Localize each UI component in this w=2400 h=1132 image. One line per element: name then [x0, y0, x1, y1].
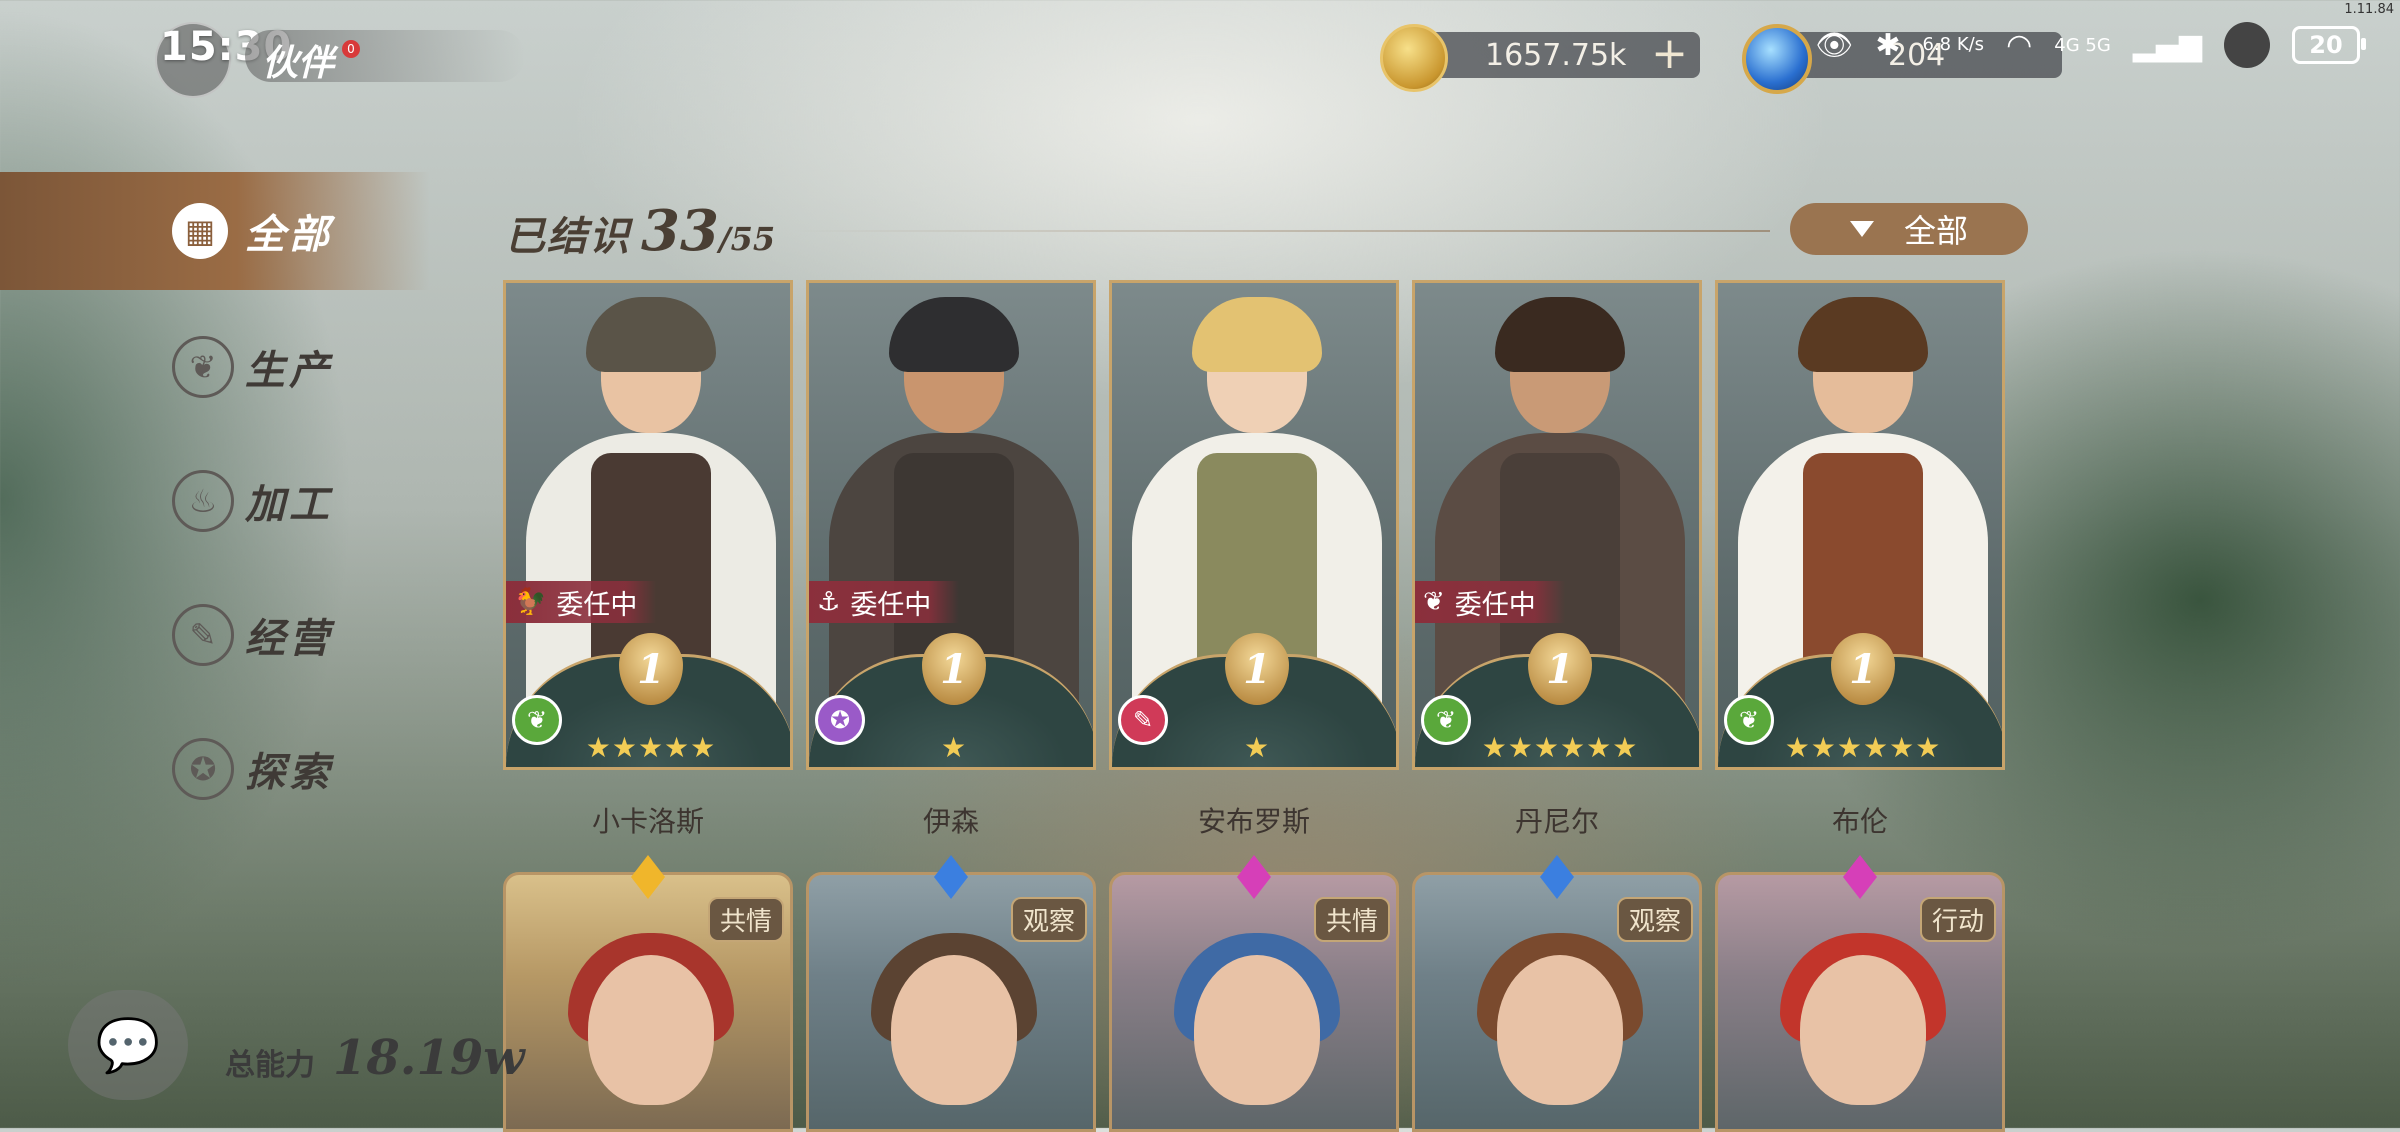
signal-icon: ▂▄▆	[2132, 27, 2202, 63]
portrait-hair	[1798, 297, 1928, 372]
close-x-icon[interactable]	[2224, 22, 2270, 68]
partner-name: 布伦	[1831, 805, 1888, 838]
notification-badge: 0	[342, 40, 360, 58]
task-status-tag: 🐓 委任中	[506, 581, 656, 623]
power-label: 总能力	[225, 1048, 315, 1083]
sidebar-item-label: 全部	[245, 212, 333, 258]
star-rating: ★★★★★★	[1481, 731, 1639, 764]
page-title: 伙伴	[262, 43, 335, 84]
battery-icon: 20	[2292, 26, 2366, 64]
divider	[790, 230, 1770, 232]
portrait-face	[1497, 955, 1623, 1105]
task-label: 委任中	[850, 589, 932, 621]
portrait-face	[1800, 955, 1926, 1105]
known-label: 已结识	[505, 214, 631, 260]
task-status-tag: ❦ 委任中	[1415, 581, 1565, 623]
pot-icon: ♨	[172, 470, 234, 532]
chat-icon: 💬	[95, 1015, 161, 1076]
sidebar-item-2[interactable]: ♨ 加工	[0, 446, 430, 556]
sidebar-item-1[interactable]: ❦ 生产	[0, 312, 430, 422]
known-total: /55	[718, 220, 776, 258]
partner-name: 伊森	[922, 805, 979, 838]
trait-tag: 观察	[1010, 897, 1087, 942]
sidebar-item-4[interactable]: ✪ 探索	[0, 714, 430, 824]
star-rating: ★★★★★	[585, 731, 717, 764]
star-rating: ★	[940, 731, 968, 764]
version-label: 1.11.84	[2344, 2, 2394, 17]
portrait-hair	[1192, 297, 1322, 372]
star-rating: ★	[1243, 731, 1271, 764]
wheat-icon: ❦	[172, 336, 234, 398]
gem-icon	[1742, 24, 1812, 94]
chevron-down-icon	[1849, 221, 1874, 237]
task-status-tag: ⚓ 委任中	[809, 581, 959, 623]
power-value: 18.19w	[333, 1030, 525, 1086]
portrait-face	[891, 955, 1017, 1105]
status-icons: 👁 ✱ 6.8 K/s ◠ 4G 5G ▂▄▆ 20	[1815, 22, 2366, 68]
wheat-icon: ❦	[1423, 587, 1445, 617]
sidebar-item-label: 生产	[245, 348, 333, 394]
grid-icon: ▦	[172, 203, 228, 259]
wifi-icon: ◠	[2006, 27, 2033, 63]
known-counter: 已结识 33/55	[505, 198, 775, 264]
star-rating: ★★★★★★	[1784, 731, 1942, 764]
partner-card[interactable]: 1 ✎ ★	[1109, 280, 1399, 770]
net-speed: 6.8 K/s	[1922, 34, 1985, 55]
trait-tag: 共情	[1313, 897, 1390, 942]
sidebar-item-0[interactable]: ▦ 全部	[0, 172, 430, 290]
portrait-hair	[586, 297, 716, 372]
task-label: 委任中	[1454, 589, 1536, 621]
partner-card-secondary[interactable]: 共情	[503, 872, 793, 1132]
portrait-hair	[1495, 297, 1625, 372]
scroll-icon: ✎	[172, 604, 234, 666]
bluetooth-icon: ✱	[1875, 27, 1901, 63]
partner-card[interactable]: 1 ❦ ★★★★★★	[1715, 280, 2005, 770]
portrait-hair	[889, 297, 1019, 372]
compass-icon: ✪	[172, 738, 234, 800]
partner-card-secondary[interactable]: 观察	[806, 872, 1096, 1132]
sidebar-item-label: 经营	[245, 616, 333, 662]
partner-card[interactable]: 1 ❦ ★★★★★ 🐓 委任中	[503, 280, 793, 770]
gold-amount: 1657.75k	[1485, 37, 1627, 73]
sidebar-item-label: 探索	[245, 750, 333, 796]
sidebar-item-3[interactable]: ✎ 经营	[0, 580, 430, 690]
battery-level: 20	[2309, 31, 2343, 59]
partner-card-secondary[interactable]: 共情	[1109, 872, 1399, 1132]
rooster-icon: 🐓	[514, 587, 547, 617]
gold-currency: 1657.75k +	[1380, 24, 1700, 92]
partner-name: 安布罗斯	[1197, 805, 1310, 838]
partner-card[interactable]: 1 ❦ ★★★★★★ ❦ 委任中	[1412, 280, 1702, 770]
portrait-face	[1194, 955, 1320, 1105]
partner-name: 小卡洛斯	[591, 805, 704, 838]
sidebar-item-label: 加工	[245, 482, 333, 528]
partner-card[interactable]: 1 ✪ ★ ⚓ 委任中	[806, 280, 1096, 770]
chat-button[interactable]: 💬	[68, 990, 188, 1100]
gold-coin-icon	[1380, 24, 1448, 92]
trait-tag: 行动	[1919, 897, 1996, 942]
filter-dropdown[interactable]: 全部	[1790, 203, 2028, 255]
filter-label: 全部	[1903, 212, 1968, 250]
partner-card-secondary[interactable]: 行动	[1715, 872, 2005, 1132]
anchor-icon: ⚓	[817, 587, 841, 617]
eye-icon: 👁	[1815, 27, 1854, 63]
add-gold-button[interactable]: +	[1651, 32, 1688, 76]
network-label: 4G 5G	[2054, 34, 2111, 56]
trait-tag: 观察	[1616, 897, 1693, 942]
partner-name: 丹尼尔	[1514, 805, 1599, 838]
known-count: 33	[641, 198, 719, 264]
trait-tag: 共情	[707, 897, 784, 942]
portrait-face	[588, 955, 714, 1105]
partner-card-secondary[interactable]: 观察	[1412, 872, 1702, 1132]
task-label: 委任中	[556, 589, 638, 621]
